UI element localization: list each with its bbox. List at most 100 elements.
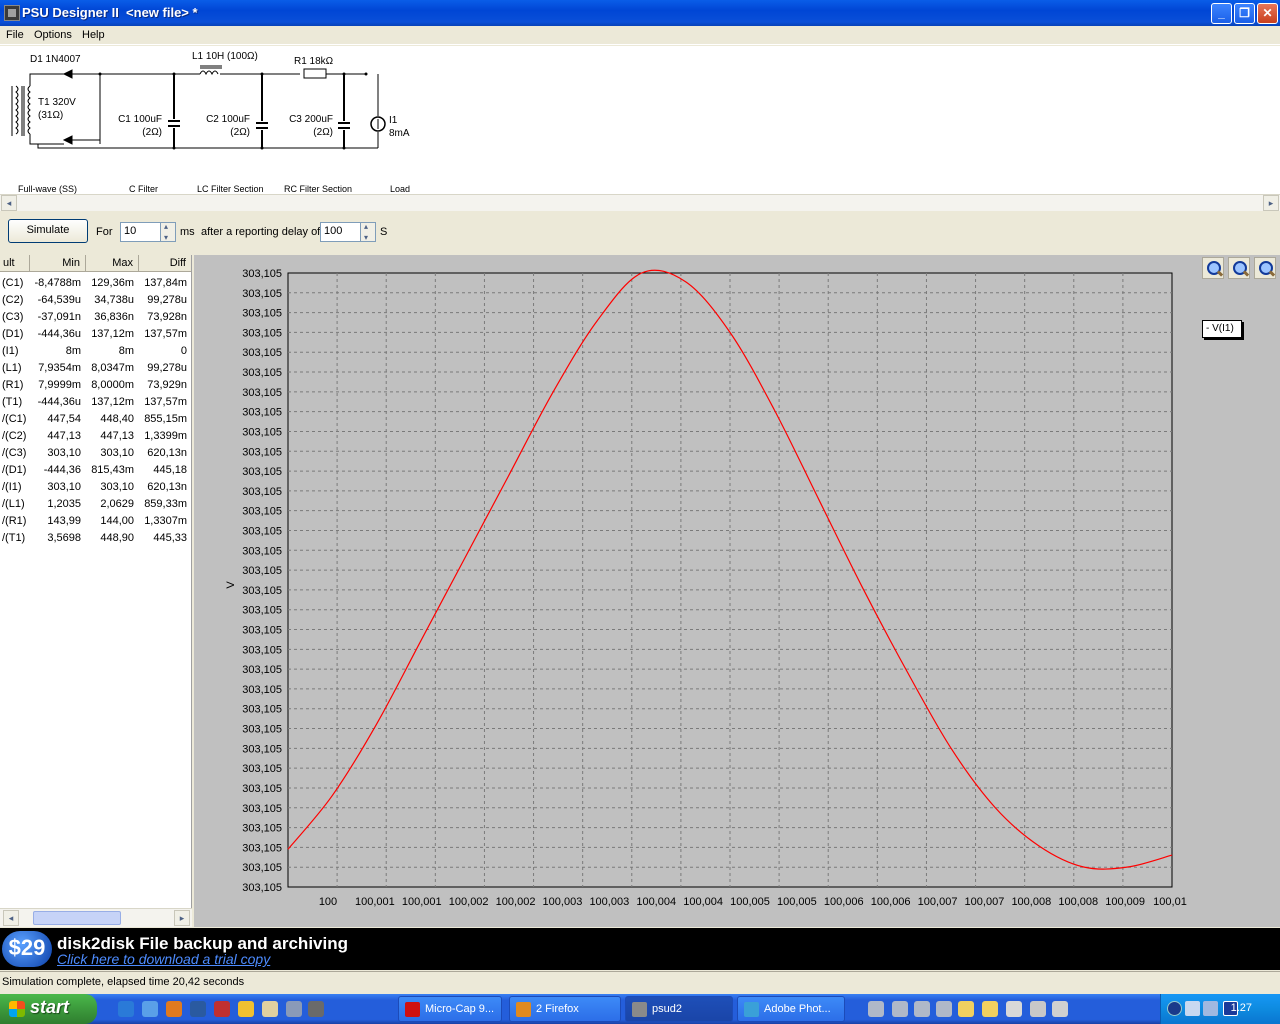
table-row[interactable]: (C2) -64,539u 34,738u 99,278u bbox=[0, 292, 191, 309]
task-firefox[interactable]: 2 Firefox bbox=[509, 996, 621, 1022]
table-row[interactable]: (D1) -444,36u 137,12m 137,57m bbox=[0, 326, 191, 343]
zoom-reset-icon[interactable] bbox=[1254, 257, 1276, 279]
x-tick-label: 100,006 bbox=[871, 896, 911, 908]
tray-network-icon[interactable] bbox=[1185, 1001, 1200, 1016]
ie-icon[interactable] bbox=[118, 1001, 134, 1017]
table-row[interactable]: (L1) 7,9354m 8,0347m 99,278u bbox=[0, 360, 191, 377]
table-row[interactable]: /(C2) 447,13 447,13 1,3399m bbox=[0, 428, 191, 445]
schematic-hscrollbar[interactable]: ◂ ▸ bbox=[0, 194, 1280, 211]
save-icon[interactable] bbox=[214, 1001, 230, 1017]
messenger-icon[interactable] bbox=[142, 1001, 158, 1017]
result-max: 8,0347m bbox=[91, 362, 134, 374]
table-row[interactable]: (C3) -37,091n 36,836n 73,928n bbox=[0, 309, 191, 326]
duration-spinner[interactable] bbox=[160, 222, 176, 242]
tray-group-icon-2[interactable] bbox=[892, 1001, 908, 1017]
result-name: (C2) bbox=[2, 294, 24, 306]
scroll-right-button[interactable]: ▸ bbox=[1263, 195, 1279, 211]
network-icon[interactable] bbox=[286, 1001, 302, 1017]
user-icon[interactable] bbox=[1052, 1001, 1068, 1017]
ad-banner[interactable]: $29 disk2disk File backup and archiving … bbox=[0, 928, 1280, 970]
result-max: 303,10 bbox=[100, 481, 134, 493]
zoom-out-icon[interactable] bbox=[1228, 257, 1250, 279]
results-scroll-thumb[interactable] bbox=[33, 911, 121, 925]
menu-file[interactable]: File bbox=[6, 29, 24, 41]
duration-input[interactable]: 10 bbox=[120, 222, 161, 242]
table-row[interactable]: /(I1) 303,10 303,10 620,13n bbox=[0, 479, 191, 496]
chart-legend[interactable]: - V(I1) bbox=[1202, 320, 1242, 338]
zoom-in-icon[interactable] bbox=[1202, 257, 1224, 279]
result-diff: 137,57m bbox=[144, 328, 187, 340]
tray-display-icon[interactable] bbox=[1203, 1001, 1218, 1016]
simulation-toolbar: Simulate For 10 ms after a reporting del… bbox=[0, 214, 1280, 254]
table-row[interactable]: /(C3) 303,10 303,10 620,13n bbox=[0, 445, 191, 462]
table-row[interactable]: (I1) 8m 8m 0 bbox=[0, 343, 191, 360]
result-name: /(T1) bbox=[2, 532, 26, 544]
result-diff: 137,57m bbox=[144, 396, 187, 408]
tray-group-icon-4[interactable] bbox=[936, 1001, 952, 1017]
col-header-min[interactable]: Min bbox=[30, 255, 86, 272]
table-row[interactable]: /(R1) 143,99 144,00 1,3307m bbox=[0, 513, 191, 530]
x-tick-label: 100,004 bbox=[683, 896, 723, 908]
tray-group-icon-3[interactable] bbox=[914, 1001, 930, 1017]
start-button[interactable]: start bbox=[0, 994, 97, 1024]
media-icon[interactable] bbox=[190, 1001, 206, 1017]
results-scroll-right[interactable]: ▸ bbox=[174, 910, 190, 926]
results-scroll-left[interactable]: ◂ bbox=[3, 910, 19, 926]
status-bar: Simulation complete, elapsed time 20,42 … bbox=[0, 971, 1280, 992]
result-name: (C1) bbox=[2, 277, 24, 289]
table-row[interactable]: /(C1) 447,54 448,40 855,15m bbox=[0, 411, 191, 428]
result-diff: 1,3399m bbox=[144, 430, 187, 442]
results-table[interactable]: ult Min Max Diff (C1) -8,4788m 129,36m 137,… bbox=[0, 255, 192, 908]
scroll-left-button[interactable]: ◂ bbox=[1, 195, 17, 211]
firefox-icon[interactable] bbox=[166, 1001, 182, 1017]
x-tick-label: 100,002 bbox=[496, 896, 536, 908]
delay-spinner[interactable] bbox=[360, 222, 376, 242]
table-row[interactable]: (R1) 7,9999m 8,0000m 73,929n bbox=[0, 377, 191, 394]
notes-icon[interactable] bbox=[262, 1001, 278, 1017]
tray-expand-icon[interactable] bbox=[1167, 1001, 1182, 1016]
y-tick-label: 303,105 bbox=[242, 407, 282, 419]
simulate-button[interactable]: Simulate bbox=[8, 219, 88, 243]
folder-icon-2[interactable] bbox=[982, 1001, 998, 1017]
delay-input[interactable]: 100 bbox=[320, 222, 361, 242]
menu-help[interactable]: Help bbox=[82, 29, 105, 41]
result-diff: 1,3307m bbox=[144, 515, 187, 527]
drive-icon[interactable] bbox=[1006, 1001, 1022, 1017]
result-min: -37,091n bbox=[37, 311, 81, 323]
app-icon[interactable] bbox=[4, 5, 20, 21]
tray-group-icon-1[interactable] bbox=[868, 1001, 884, 1017]
close-button[interactable]: ✕ bbox=[1257, 3, 1278, 24]
col-header-diff[interactable]: Diff bbox=[139, 255, 191, 272]
task-psud2[interactable]: psud2 bbox=[625, 996, 733, 1022]
clock: 1.27 bbox=[1230, 1002, 1252, 1014]
y-tick-label: 303,105 bbox=[242, 308, 282, 320]
y-tick-label: 303,105 bbox=[242, 664, 282, 676]
minimize-button[interactable]: _ bbox=[1211, 3, 1232, 24]
y-tick-label: 303,105 bbox=[242, 803, 282, 815]
schematic-panel[interactable]: D1 1N4007 L1 10H (100Ω) R1 18kΩ T1 320V … bbox=[0, 46, 1280, 194]
table-row[interactable]: /(L1) 1,2035 2,0629 859,33m bbox=[0, 496, 191, 513]
result-diff: 0 bbox=[180, 345, 187, 357]
table-row[interactable]: (T1) -444,36u 137,12m 137,57m bbox=[0, 394, 191, 411]
task-micro-cap[interactable]: Micro-Cap 9... bbox=[398, 996, 502, 1022]
folder-icon-1[interactable] bbox=[958, 1001, 974, 1017]
table-row[interactable]: /(T1) 3,5698 448,90 445,33 bbox=[0, 530, 191, 547]
maximize-button[interactable]: ❐ bbox=[1234, 3, 1255, 24]
col-header-result[interactable]: ult bbox=[0, 255, 30, 272]
chart-panel[interactable]: 303,105 303,105 303,105 303,105 303,105 303,1… bbox=[194, 255, 1280, 927]
result-name: (I1) bbox=[2, 345, 19, 357]
result-name: /(C3) bbox=[2, 447, 27, 459]
tool-icon[interactable] bbox=[308, 1001, 324, 1017]
table-row[interactable]: (C1) -8,4788m 129,36m 137,84m bbox=[0, 275, 191, 292]
results-hscrollbar[interactable]: ◂ ▸ bbox=[0, 908, 192, 927]
task-photoshop[interactable]: Adobe Phot... bbox=[737, 996, 845, 1022]
ad-download-link[interactable]: Click here to download a trial copy bbox=[57, 951, 270, 967]
title-bar[interactable]: PSU Designer II <new file> * _ ❐ ✕ bbox=[0, 0, 1280, 26]
result-diff: 445,33 bbox=[153, 532, 187, 544]
x-tick-label: 100,006 bbox=[824, 896, 864, 908]
menu-options[interactable]: Options bbox=[34, 29, 72, 41]
col-header-max[interactable]: Max bbox=[86, 255, 139, 272]
document-icon[interactable] bbox=[1030, 1001, 1046, 1017]
table-row[interactable]: /(D1) -444,36 815,43m 445,18 bbox=[0, 462, 191, 479]
mail-icon[interactable] bbox=[238, 1001, 254, 1017]
